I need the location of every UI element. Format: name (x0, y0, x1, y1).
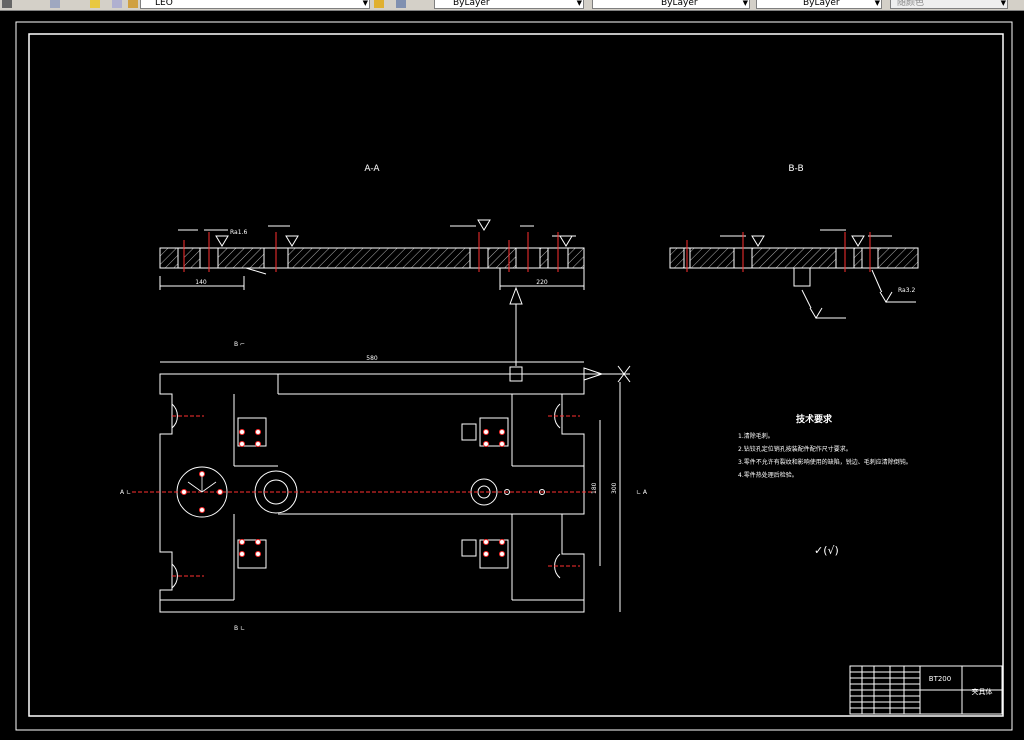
plotstyle-dropdown[interactable]: 随颜色 ▼ (890, 0, 1008, 9)
tech-req-line-4: 4.零件热处理后检验。 (738, 471, 798, 479)
drawing-canvas[interactable]: A-A Ra1.6 140 220 B-B Ra3.2 580 180 300 … (0, 11, 1024, 736)
section-bb-body (669, 247, 919, 269)
view-label-b-bottom: B ∟ (234, 625, 245, 632)
chevron-down-icon: ▼ (576, 0, 582, 7)
lineweight-dropdown[interactable]: ByLayer ▼ (756, 0, 882, 9)
dim-height-outer: 300 (611, 482, 618, 494)
section-aa-dim-left: 140 (195, 279, 207, 286)
chevron-down-icon: ▼ (362, 0, 368, 7)
section-bb-roughness: Ra3.2 (898, 287, 915, 294)
color-value: ByLayer (453, 0, 490, 8)
title-block-name: 夹具体 (972, 687, 993, 696)
roughness-symbol: ✓(√) (814, 544, 839, 557)
tech-req-line-1: 1.清除毛刺。 (738, 432, 774, 440)
technical-requirements: 技术要求 1.清除毛刺。 2.钻铰孔定位销孔按装配件配作尺寸要求。 3.零件不允… (738, 413, 912, 557)
view-label-b-top: B ⌐ (234, 341, 245, 348)
title-block-code: BT200 (929, 675, 951, 683)
chevron-down-icon: ▼ (874, 0, 880, 7)
make-current-icon[interactable] (374, 0, 384, 8)
view-label-a-left: A ∟ (120, 489, 131, 496)
color-dropdown[interactable]: ByLayer ▼ (434, 0, 584, 9)
linetype-dropdown[interactable]: ByLayer ▼ (592, 0, 750, 9)
plan-outline (159, 373, 585, 613)
plan-view: 580 180 300 A ∟ ∟ A B ⌐ B ∟ (120, 341, 648, 632)
dim-height-inner: 180 (591, 482, 598, 494)
section-bb-label: B-B (788, 164, 803, 174)
cad-drawing: A-A Ra1.6 140 220 B-B Ra3.2 580 180 300 … (15, 21, 1013, 731)
layer-value: LEO (155, 0, 173, 8)
plotstyle-value: 随颜色 (897, 0, 925, 8)
section-bb-view: B-B Ra3.2 (669, 164, 919, 319)
linetype-value: ByLayer (661, 0, 698, 8)
section-aa-dim-right: 220 (536, 279, 548, 286)
layer-lock-icon[interactable] (128, 0, 138, 8)
layer-sun-icon[interactable] (112, 0, 122, 8)
chevron-down-icon: ▼ (1000, 0, 1006, 7)
properties-toolbar: LEO ▼ ByLayer ▼ ByLayer ▼ ByLayer ▼ 随颜色 … (0, 0, 1024, 11)
tech-req-line-2: 2.钻铰孔定位销孔按装配件配作尺寸要求。 (738, 445, 852, 453)
layer-dropdown[interactable]: LEO ▼ (140, 0, 370, 9)
layer-properties-icon[interactable] (2, 0, 12, 8)
layer-states-icon[interactable] (50, 0, 60, 8)
section-aa-view: A-A Ra1.6 140 220 (159, 164, 585, 366)
sheet-outer-border (15, 21, 1013, 731)
tech-req-line-3: 3.零件不允许有裂纹和影响使用的缺陷，锐边、毛刺应清除倒钝。 (738, 458, 912, 466)
dim-overall-length: 580 (366, 355, 378, 362)
lineweight-value: ByLayer (803, 0, 840, 8)
tech-req-title: 技术要求 (796, 413, 833, 425)
section-aa-label: A-A (364, 164, 380, 174)
layer-previous-icon[interactable] (396, 0, 406, 8)
section-aa-roughness: Ra1.6 (230, 229, 247, 236)
view-label-a-right: ∟ A (636, 489, 648, 496)
sheet-inner-border (28, 33, 1004, 717)
chevron-down-icon: ▼ (742, 0, 748, 7)
layer-bulb-icon[interactable] (90, 0, 100, 8)
